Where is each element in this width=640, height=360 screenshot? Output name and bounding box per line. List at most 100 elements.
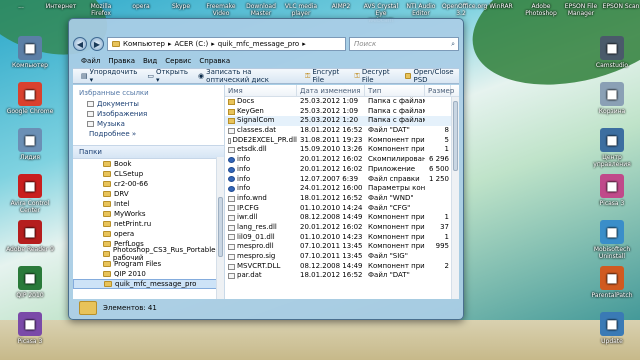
- desktop-icon[interactable]: ■ Лидия: [4, 128, 56, 161]
- tree-item[interactable]: MyWorks: [73, 209, 224, 219]
- file-scroll-thumb[interactable]: [453, 101, 458, 171]
- file-row[interactable]: mespro.sig 07.10.2011 13:45 Файл "SIG": [225, 252, 459, 262]
- file-row[interactable]: lil09_01.dll 01.10.2010 14:23 Компонент пр…: [225, 233, 459, 243]
- desktop-shortcut[interactable]: EPSON Scan: [602, 3, 640, 10]
- desktop-shortcut[interactable]: opera: [122, 3, 160, 10]
- desktop-shortcut[interactable]: OpenOffice.org 3.2: [442, 3, 487, 17]
- forward-button[interactable]: ▶: [90, 37, 104, 51]
- info-icon: [228, 156, 235, 163]
- address-bar[interactable]: Компьютер ▸ ACER (C:) ▸ quik_mfc_message_p…: [107, 37, 346, 51]
- desktop-icon[interactable]: ■ Google Chrome: [4, 82, 56, 115]
- nav-scrollbar[interactable]: [216, 157, 224, 299]
- file-date: 01.10.2010 14:24: [300, 203, 363, 212]
- menu-file[interactable]: Файл: [81, 57, 100, 65]
- file-row[interactable]: etsdk.dll 15.09.2010 13:26 Компонент прил.…: [225, 145, 459, 155]
- open-button[interactable]: ▭ Открыть ▾: [147, 68, 188, 84]
- organize-button[interactable]: ▤ Упорядочить ▾: [81, 68, 137, 84]
- desktop-icon[interactable]: ■ Camstudio: [586, 36, 638, 69]
- tree-item[interactable]: DRV: [73, 189, 224, 199]
- desktop-shortcut[interactable]: EPSON File Manager: [562, 3, 600, 17]
- file-row[interactable]: info 20.01.2012 16:02 Скомпилирован...6 29…: [225, 155, 459, 165]
- folders-header[interactable]: Папки: [73, 145, 224, 159]
- desktop-icon[interactable]: ■ Picasa 3: [4, 312, 56, 345]
- desktop-shortcut[interactable]: Download Master: [242, 3, 280, 17]
- nav-scroll-thumb[interactable]: [218, 197, 223, 257]
- decrypt-button[interactable]: ⚿ Decrypt File: [354, 68, 394, 84]
- file-type: Скомпилирован...: [368, 155, 425, 164]
- desktop-shortcut[interactable]: Adobe Photoshop: [522, 3, 560, 17]
- tree-item[interactable]: quik_mfc_message_pro: [73, 279, 224, 289]
- documents-icon: [87, 101, 94, 107]
- column-type[interactable]: Тип: [365, 85, 425, 96]
- tree-item[interactable]: opera: [73, 229, 224, 239]
- breadcrumb-folder[interactable]: quik_mfc_message_pro: [218, 40, 299, 48]
- menu-edit[interactable]: Правка: [108, 57, 135, 65]
- tree-item[interactable]: QIP 2010: [73, 269, 224, 279]
- desktop-icon[interactable]: ■ Корзина: [586, 82, 638, 115]
- file-row[interactable]: classes.dat 18.01.2012 16:52 Файл "DAT" 8: [225, 126, 459, 136]
- openclose-psd-button[interactable]: Open/Close PSD: [404, 68, 459, 84]
- column-date[interactable]: Дата изменения: [297, 85, 365, 96]
- desktop-icon[interactable]: ■ Центр управления: [586, 128, 638, 168]
- file-row[interactable]: KeyGen 25.03.2012 1:09 Папка с файлами: [225, 107, 459, 117]
- desktop-shortcut[interactable]: VLC media player: [282, 3, 320, 17]
- file-row[interactable]: mespro.dll 07.10.2011 13:45 Компонент прил…: [225, 242, 459, 252]
- desktop-icon[interactable]: ■ Avira Control Center: [4, 174, 56, 214]
- picasa-icon: ■: [600, 174, 624, 198]
- encrypt-button[interactable]: ⚿ Encrypt File: [305, 68, 344, 84]
- column-name[interactable]: Имя: [225, 85, 297, 96]
- desktop-shortcut[interactable]: Интернет: [42, 3, 80, 10]
- breadcrumb-drive[interactable]: ACER (C:): [174, 40, 208, 48]
- menu-view[interactable]: Вид: [143, 57, 157, 65]
- burn-button[interactable]: ◉ Записать на оптический диск: [198, 68, 295, 84]
- back-button[interactable]: ◀: [73, 37, 87, 51]
- tree-item[interactable]: Photoshop_CS3_Rus_Portable-рабочий: [73, 246, 224, 262]
- desktop-shortcut[interactable]: Mozilla Firefox: [82, 3, 120, 17]
- column-size[interactable]: Размер: [425, 85, 454, 96]
- tree-item[interactable]: CLSetup: [73, 169, 224, 179]
- desktop-shortcut[interactable]: NTI Audio Editor: [402, 3, 440, 17]
- desktop-shortcut[interactable]: AIMP2: [322, 3, 360, 10]
- desktop-shortcut[interactable]: Freemake Video: [202, 3, 240, 17]
- desktop-icon[interactable]: ■ Update: [586, 312, 638, 345]
- desktop-icon[interactable]: ■ Adobe Reader 9: [4, 220, 56, 253]
- file-row[interactable]: MSVCRT.DLL 08.12.2008 14:49 Компонент прил…: [225, 262, 459, 272]
- pictures-icon: [87, 111, 94, 117]
- file-row[interactable]: par.dat 18.01.2012 16:52 Файл "DAT": [225, 271, 459, 281]
- file-row[interactable]: SignalCom 25.03.2012 1:20 Папка с файлами: [225, 116, 459, 127]
- desktop-icon[interactable]: ■ Компьютер: [4, 36, 56, 69]
- desktop-icon[interactable]: ■ Mobisoftech Uninstall: [586, 220, 638, 260]
- desktop-icon[interactable]: ■ QIP 2010: [4, 266, 56, 299]
- file-row[interactable]: IP.CFG 01.10.2010 14:24 Файл "CFG": [225, 204, 459, 214]
- desktop-shortcut[interactable]: ...: [2, 3, 40, 10]
- tree-item[interactable]: cr2-00-66: [73, 179, 224, 189]
- file-row[interactable]: info.wnd 18.01.2012 16:52 Файл "WND": [225, 194, 459, 204]
- desktop-icon[interactable]: ■ Picasa 3: [586, 174, 638, 207]
- desktop-icon[interactable]: ■ ParentalPatch: [586, 266, 638, 299]
- menu-tools[interactable]: Сервис: [165, 57, 191, 65]
- favorite-pictures[interactable]: Изображения: [73, 109, 224, 119]
- favorite-more[interactable]: Подробнее »: [73, 129, 224, 139]
- file-row[interactable]: info 20.01.2012 16:02 Приложение 6 500: [225, 165, 459, 175]
- file-row[interactable]: info 24.01.2012 16:00 Параметры конф...: [225, 184, 459, 194]
- favorite-documents[interactable]: Документы: [73, 99, 224, 109]
- search-input[interactable]: Поиск ⌕: [349, 37, 459, 51]
- desktop-shortcut[interactable]: Skype: [162, 3, 200, 10]
- file-row[interactable]: DDE2EXCEL_PR.dll 31.08.2011 19:23 Компонен…: [225, 136, 459, 146]
- file-row[interactable]: lang_res.dll 20.01.2012 16:02 Компонент пр…: [225, 223, 459, 233]
- menu-help[interactable]: Справка: [199, 57, 230, 65]
- file-row[interactable]: info 12.07.2007 6:39 Файл справки 1 250: [225, 175, 459, 185]
- user-folder-icon: ■: [18, 128, 42, 152]
- breadcrumb-computer[interactable]: Компьютер: [123, 40, 165, 48]
- file-size: [425, 107, 451, 117]
- desktop-shortcut[interactable]: WinRAR: [482, 3, 520, 10]
- file-icon: [228, 234, 235, 241]
- desktop-top-row: ... Интернет Mozilla Firefox opera Skype Free…: [0, 0, 640, 24]
- file-row[interactable]: Docs 25.03.2012 1:09 Папка с файлами: [225, 97, 459, 107]
- favorite-music[interactable]: Музыка: [73, 119, 224, 129]
- tree-item[interactable]: netPrint.ru: [73, 219, 224, 229]
- file-scrollbar[interactable]: [451, 97, 459, 299]
- tree-item[interactable]: Intel: [73, 199, 224, 209]
- tree-item[interactable]: Book: [73, 159, 224, 169]
- file-row[interactable]: iwr.dll 08.12.2008 14:49 Компонент прил...…: [225, 213, 459, 223]
